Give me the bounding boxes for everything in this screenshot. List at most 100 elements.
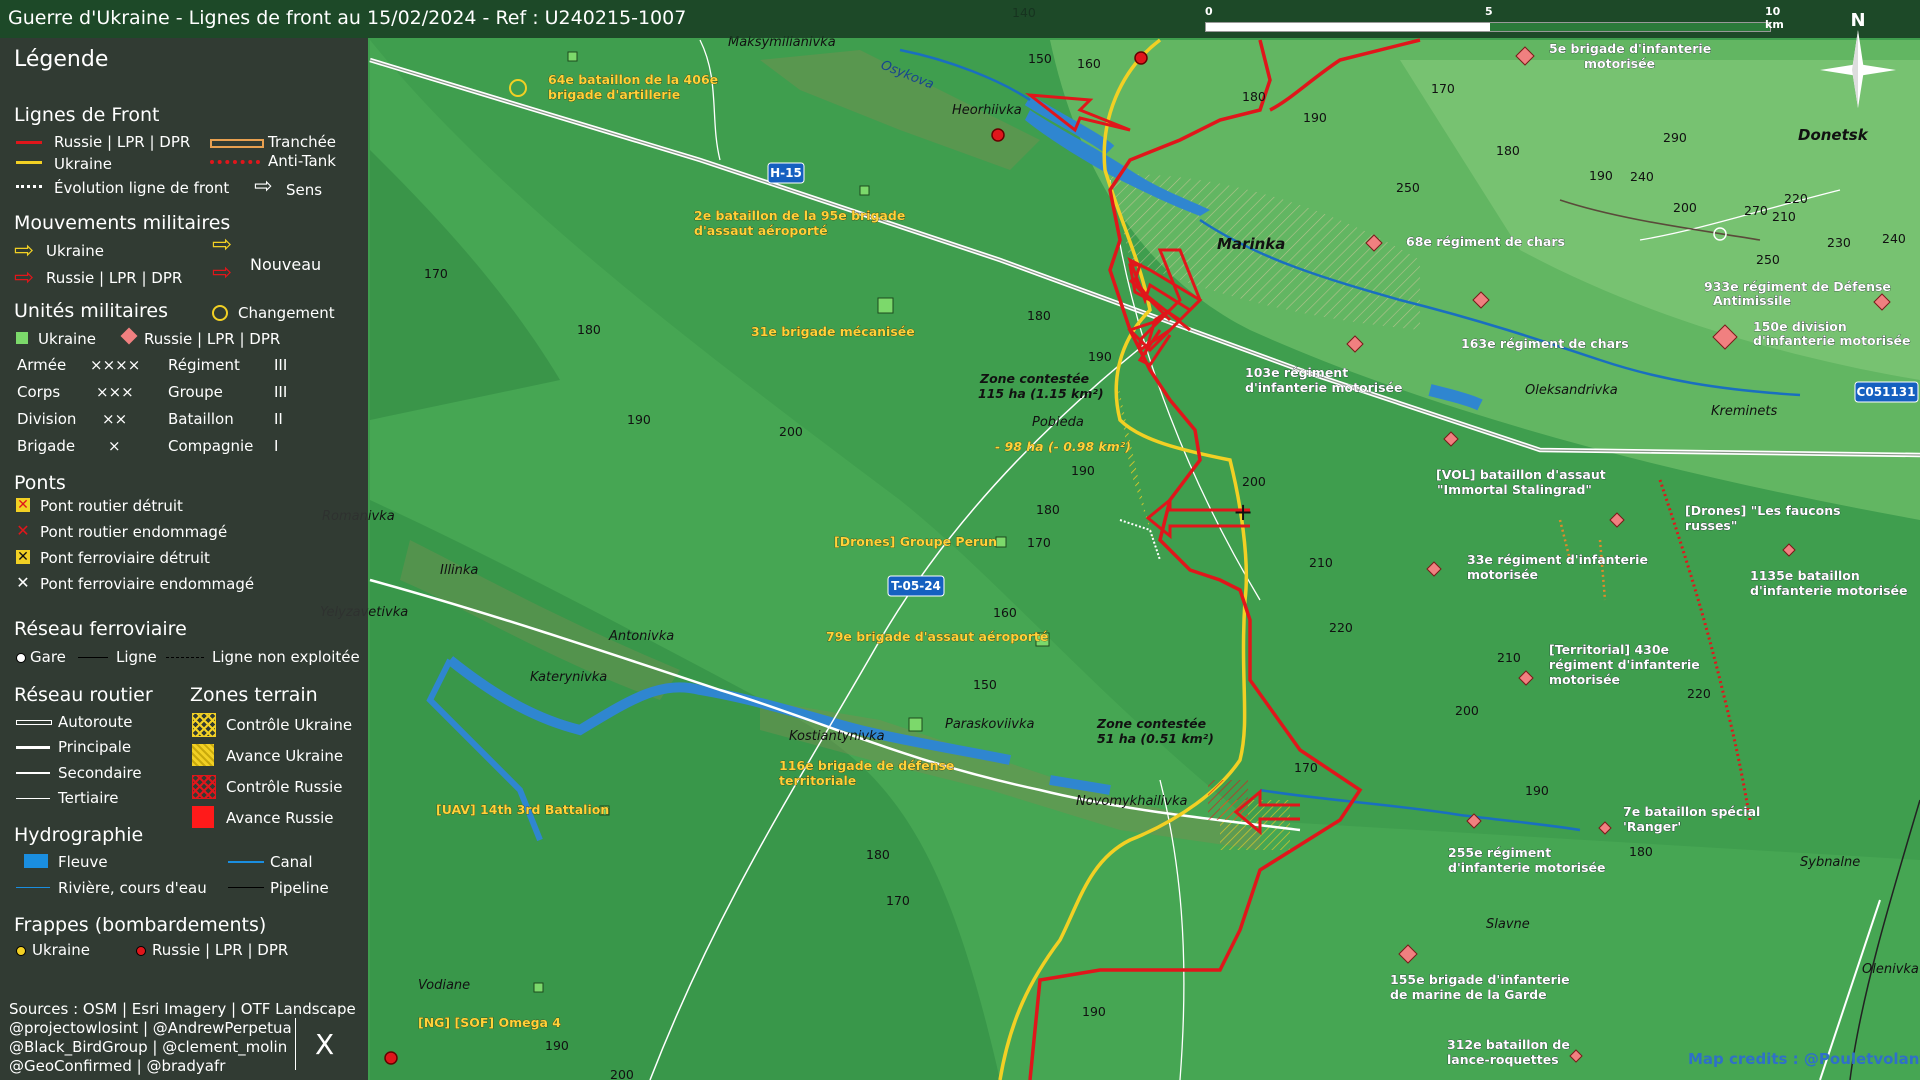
secondary-road-swatch [16,772,50,774]
legend-unit-row-2-bs: III [274,383,288,401]
zone1-title: Zone contestée [979,371,1089,386]
svg-text:180: 180 [866,847,890,862]
x-logo-icon[interactable]: X [315,1028,334,1061]
map-credits: Map credits : @Pouletvolant3 [1688,1050,1920,1068]
legend-unit-row-2-b: Groupe [168,383,223,401]
svg-text:190: 190 [1071,463,1095,478]
ua-unit-116-line2: territoriale [779,773,856,788]
svg-text:180: 180 [577,322,601,337]
russia-advance-swatch [192,806,214,828]
svg-text:190: 190 [1082,1004,1106,1019]
legend-rail-station: Gare [30,648,66,666]
place-heorhiivka: Heorhiivka [952,103,1022,118]
svg-text:170: 170 [1027,535,1051,550]
legend-sources-line-4: @GeoConfirmed | @bradyafr [9,1057,226,1075]
ua-unit-31: 31e brigade mécanisée [751,324,915,339]
new-ukraine-arrow-icon: ⇨ [212,230,233,258]
zone1-change: - 98 ha (- 0.98 km²) [995,439,1131,454]
legend-hydro-pipeline: Pipeline [270,879,329,897]
legend-terrain-ru-advance: Avance Russie [226,809,334,827]
svg-text:190: 190 [1303,110,1327,125]
place-slavne: Slavne [1486,917,1530,932]
legend-rail-title: Réseau ferroviaire [14,618,187,640]
legend-antitank-swatch [210,160,260,164]
legend-units-title: Unités militaires [14,300,169,322]
ru-unit-terr-line2: régiment d'infanterie [1549,657,1700,672]
svg-text:160: 160 [993,605,1017,620]
ua-unit-perun: [Drones] Groupe Perun [834,534,997,549]
place-sybnalne: Sybnalne [1800,855,1860,870]
svg-text:220: 220 [1687,686,1711,701]
legend-evolution-swatch [16,185,42,188]
legend-units-russia: Russie | LPR | DPR [144,330,281,348]
legend-unit-row-3-as: ×× [102,410,128,428]
pipeline-swatch [228,887,264,888]
svg-text:150: 150 [1028,51,1052,66]
scale-label-0: 0 [1205,5,1213,18]
ua-unit-79: 79e brigade d'assaut aéroporté [826,629,1048,644]
legend-unit-row-4-as: × [108,437,121,455]
legend-movements-title: Mouvements militaires [14,212,231,234]
svg-text:270: 270 [1744,203,1768,218]
ru-unit-312-line2: lance-roquettes [1447,1052,1559,1067]
map-title: Guerre d'Ukraine - Lignes de front au 15… [8,7,687,29]
ru-unit-255-line1: 255e régiment [1448,845,1551,860]
legend-panel: Légende Lignes de Front Russie | LPR | D… [0,38,368,1080]
legend-hydro-river: Fleuve [58,853,108,871]
ru-unit-vol-line1: [VOL] bataillon d'assaut [1436,467,1606,482]
zone1-area: 115 ha (1.15 km²) [978,386,1104,401]
legend-terrain-ua-advance: Avance Ukraine [226,747,344,765]
legend-movements-new: Nouveau [250,255,322,274]
legend-russia-line-swatch [16,141,42,144]
ua-unit-2-line2: d'assaut aéroporté [694,223,828,238]
crosshair-marker: + [1233,498,1253,526]
legend-sources-line-1: Sources : OSM | Esri Imagery | OTF Lands… [9,1000,356,1018]
svg-text:180: 180 [1027,308,1051,323]
place-kreminets: Kreminets [1711,404,1777,419]
legend-hydro-canal: Canal [270,853,313,871]
svg-text:190: 190 [1525,783,1549,798]
legend-front-direction: Sens [286,181,323,199]
ukraine-strike-icon [16,946,26,956]
russia-strike-2 [1134,51,1148,65]
zone2-title: Zone contestée [1096,716,1206,731]
legend-bridges-title: Ponts [14,472,66,494]
svg-text:190: 190 [1589,168,1613,183]
place-kostiantynivka: Kostiantynivka [789,729,885,744]
rail-line-swatch [78,657,108,658]
ru-unit-1135-line2: d'infanterie motorisée [1750,583,1907,598]
ru-unit-933-line2: Antimissile [1713,293,1791,308]
svg-text:210: 210 [1772,209,1796,224]
ua-unit-2-line1: 2e bataillon de la 95e brigade [694,208,905,223]
ru-unit-103-line1: 103e régiment [1245,365,1348,380]
scale-label-5: 5 [1485,5,1493,18]
legend-title: Légende [14,47,109,72]
legend-hydro-stream: Rivière, cours d'eau [58,879,207,897]
legend-sources-line-3: @Black_BirdGroup | @clement_molin [9,1038,288,1056]
ru-unit-255-line2: d'infanterie motorisée [1448,860,1605,875]
svg-text:180: 180 [1036,502,1060,517]
ru-unit-33-line1: 33e régiment d'infanterie [1467,552,1648,567]
svg-text:220: 220 [1784,191,1808,206]
ru-unit-5-line2: motorisée [1584,56,1655,71]
svg-text:170: 170 [886,893,910,908]
legend-terrain-ua-control: Contrôle Ukraine [226,716,353,734]
ru-unit-155-line1: 155e brigade d'infanterie [1390,972,1570,987]
legend-unit-row-2-a: Corps [17,383,61,401]
svg-text:150: 150 [973,677,997,692]
ukraine-movement-arrow-icon: ⇨ [14,236,35,264]
ua-unit-116-line1: 116e brigade de défense [779,758,954,773]
svg-text:200: 200 [1455,703,1479,718]
ua-unit-uav: [UAV] 14th 3rd Battalion [436,802,609,817]
tertiary-road-swatch [16,798,50,799]
russia-movement-arrow-icon: ⇨ [14,263,35,291]
canal-swatch [228,861,264,863]
svg-text:170: 170 [1294,760,1318,775]
svg-text:200: 200 [1673,200,1697,215]
legend-road-main: Principale [58,738,132,756]
ru-unit-7-line1: 7e bataillon spécial [1623,804,1760,819]
svg-text:290: 290 [1663,130,1687,145]
ua-unit-64-line1: 64e bataillon de la 406e [548,72,718,87]
sources-divider [295,1018,296,1070]
legend-hydro-title: Hydrographie [14,824,144,846]
